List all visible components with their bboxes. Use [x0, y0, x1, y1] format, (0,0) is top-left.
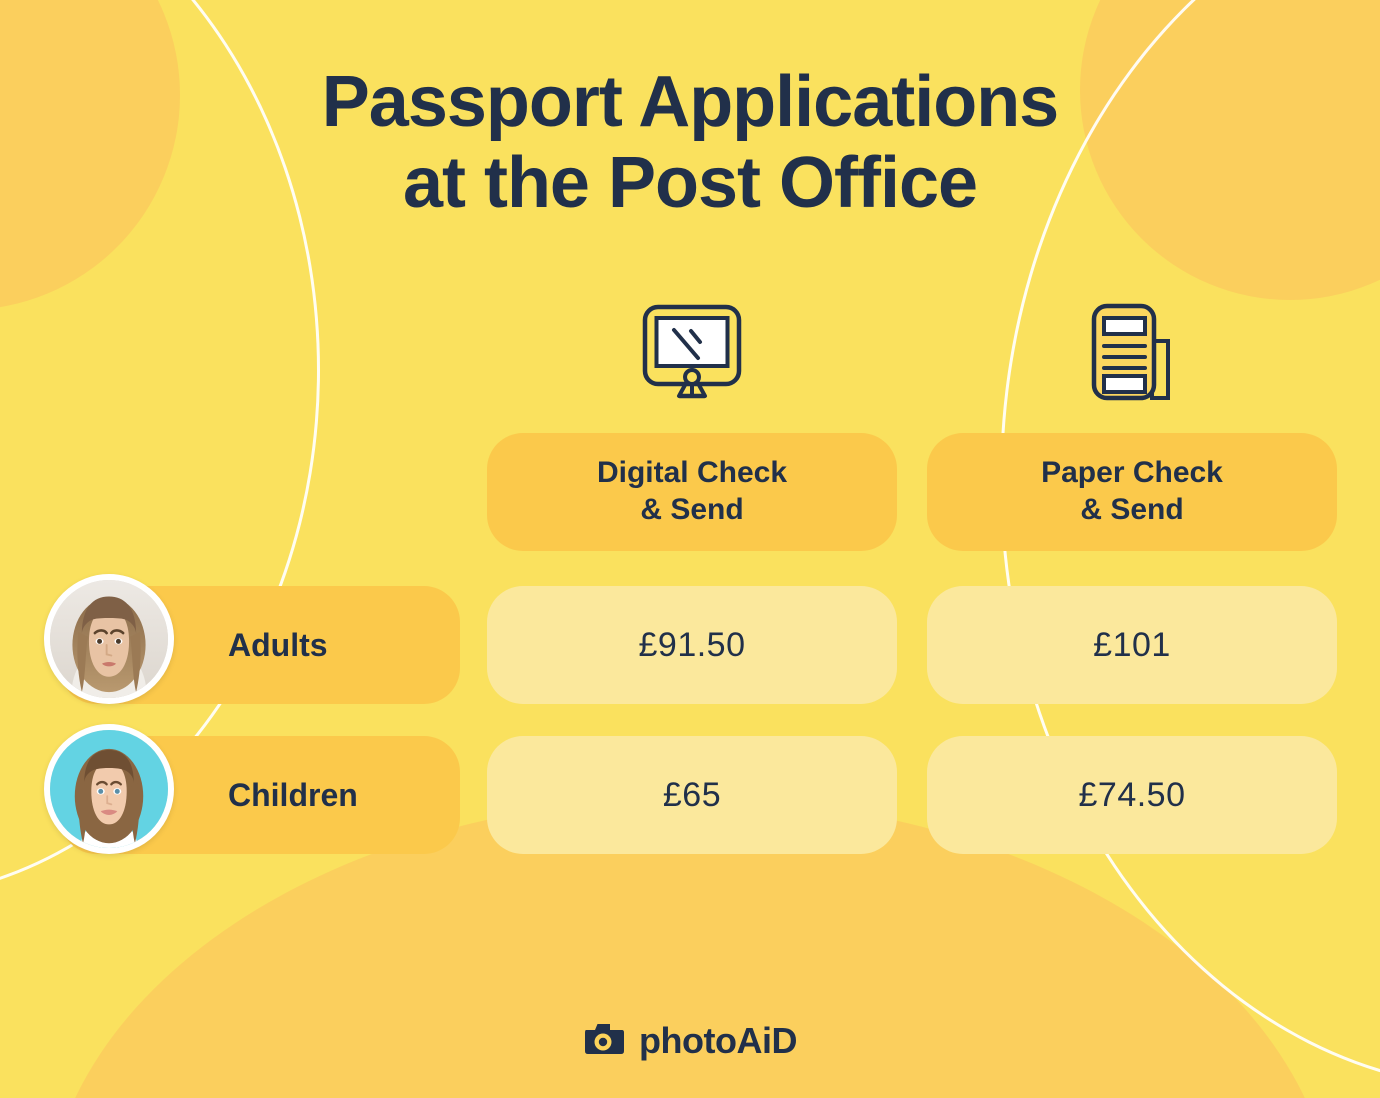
camera-icon: [583, 1021, 625, 1062]
value-adults-digital-text: £91.50: [638, 625, 746, 664]
table-row: Adults £91.50 £101: [0, 574, 1380, 704]
value-adults-paper: £101: [927, 586, 1337, 704]
brand-name: photoAiD: [639, 1020, 797, 1061]
value-adults-digital: £91.50: [487, 586, 897, 704]
table-row: Children £65 £74.50: [0, 724, 1380, 854]
page-title-line-1: Passport Applications: [321, 62, 1059, 142]
footer-logo: photoAiD: [0, 1020, 1380, 1062]
table-header-row: Digital Check & Send Paper Check & Send: [0, 433, 1380, 551]
infographic-canvas: Passport Applications at the Post Office: [0, 0, 1380, 1098]
paper-document-icon: [1037, 288, 1227, 418]
column-header-paper: Paper Check & Send: [927, 433, 1337, 551]
column-header-paper-line-1: Paper Check: [1041, 456, 1223, 490]
page-title-line-2: at the Post Office: [402, 142, 978, 223]
column-header-paper-line-2: & Send: [1080, 493, 1184, 526]
comparison-table: Digital Check & Send Paper Check & Send: [0, 433, 1380, 886]
row-label-adults-text: Adults: [228, 626, 328, 663]
column-header-digital-line-2: & Send: [640, 493, 744, 526]
avatar: [44, 574, 174, 704]
page-title: Passport Applications at the Post Office: [0, 62, 1380, 223]
value-children-paper: £74.50: [927, 736, 1337, 854]
column-icon-row: [0, 288, 1380, 418]
value-children-digital: £65: [487, 736, 897, 854]
avatar: [44, 724, 174, 854]
value-adults-paper-text: £101: [1093, 625, 1171, 664]
content-layer: Passport Applications at the Post Office: [0, 0, 1380, 1098]
monitor-icon: [597, 288, 787, 418]
value-children-digital-text: £65: [662, 775, 722, 814]
column-header-digital: Digital Check & Send: [487, 433, 897, 551]
row-label-children-text: Children: [228, 776, 358, 813]
column-header-digital-line-1: Digital Check: [596, 456, 788, 490]
value-children-paper-text: £74.50: [1078, 775, 1186, 814]
